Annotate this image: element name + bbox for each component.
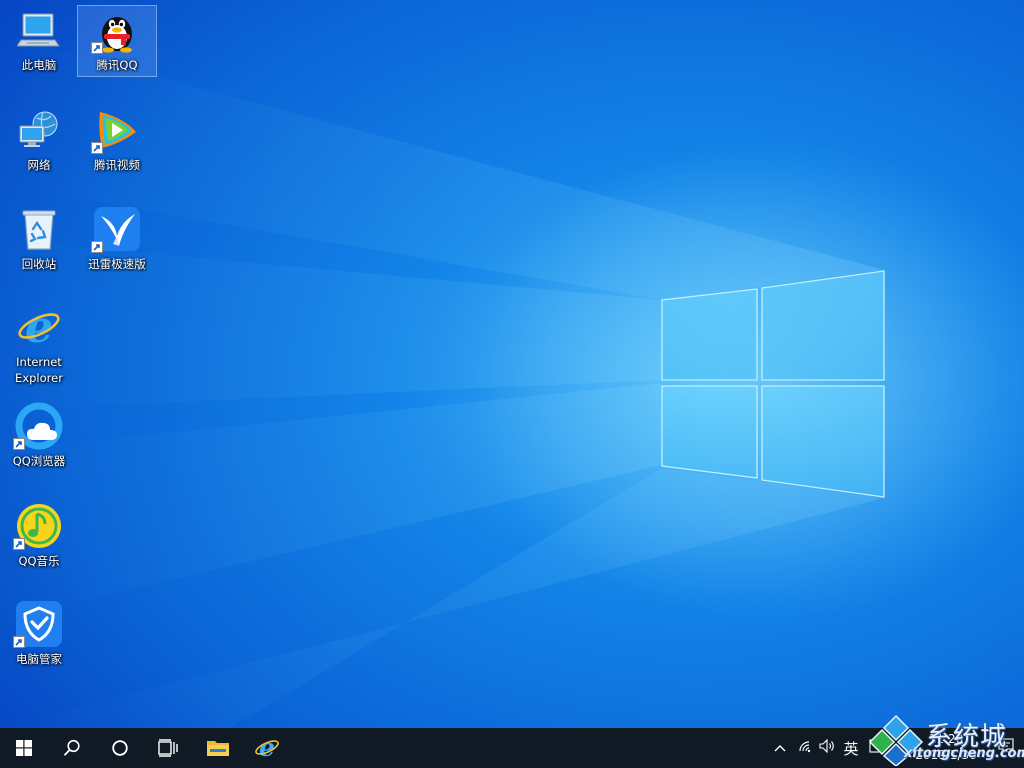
watermark-url: xitongcheng.com: [904, 746, 1024, 761]
recycle-bin-icon: [14, 205, 64, 253]
desktop-icon-label: 网络: [27, 158, 51, 172]
shortcut-arrow-icon: [13, 438, 25, 450]
network-tray-button[interactable]: [794, 728, 816, 768]
task-view-icon: [158, 739, 178, 757]
desktop-icon-network[interactable]: 网络: [0, 106, 78, 176]
shortcut-arrow-icon: [91, 142, 103, 154]
shortcut-arrow-icon: [91, 241, 103, 253]
internet-explorer-icon: e: [254, 735, 280, 761]
svg-text:e: e: [25, 304, 53, 350]
search-button[interactable]: [48, 728, 96, 768]
desktop-icon-label: QQ浏览器: [12, 454, 66, 468]
volume-tray-button[interactable]: [816, 728, 838, 768]
desktop-icon-label: 迅雷极速版: [88, 257, 146, 271]
pc-manager-icon: [13, 600, 64, 648]
search-icon: [63, 739, 81, 757]
windows-start-icon: [16, 740, 32, 756]
internet-explorer-icon: e: [14, 303, 64, 351]
tencent-video-icon: [91, 106, 142, 154]
internet-explorer-taskbar-button[interactable]: e: [243, 728, 291, 768]
shortcut-arrow-icon: [13, 538, 25, 550]
desktop-icon-label: 此电脑: [21, 58, 57, 72]
desktop-icon-tencent-video[interactable]: 腾讯视频: [78, 106, 156, 176]
desktop-icon-recycle-bin[interactable]: 回收站: [0, 205, 78, 275]
this-pc-icon: [14, 6, 64, 54]
start-button[interactable]: [0, 728, 48, 768]
shortcut-arrow-icon: [91, 42, 103, 54]
desktop-icon-internet-explorer[interactable]: e Internet Explorer: [0, 303, 78, 391]
qq-music-icon: [13, 502, 64, 550]
speaker-icon: [819, 738, 835, 757]
qq-penguin-icon: [91, 6, 142, 54]
ime-language-button[interactable]: 英: [840, 728, 862, 768]
desktop-icon-pc-manager[interactable]: 电脑管家: [0, 600, 78, 670]
desktop-icon-label: 回收站: [21, 257, 57, 271]
desktop-icon-label: Internet Explorer: [15, 355, 63, 385]
cortana-button[interactable]: [96, 728, 144, 768]
qq-browser-icon: [13, 402, 64, 450]
task-view-button[interactable]: [144, 728, 192, 768]
file-explorer-icon: [206, 738, 230, 758]
wifi-icon: [797, 739, 813, 757]
xunlei-icon: [91, 205, 142, 253]
site-watermark: 系统城 xitongcheng.com: [868, 712, 1024, 768]
desktop-icon-label: 电脑管家: [16, 652, 62, 666]
shortcut-arrow-icon: [13, 636, 25, 648]
desktop-icon-label: 腾讯视频: [94, 158, 140, 172]
svg-text:e: e: [259, 735, 275, 761]
desktop-icon-qq-browser[interactable]: QQ浏览器: [0, 402, 78, 472]
show-hidden-icons-button[interactable]: [768, 728, 792, 768]
desktop-icon-qq-music[interactable]: QQ音乐: [0, 502, 78, 572]
cortana-icon: [111, 739, 129, 757]
file-explorer-button[interactable]: [194, 728, 242, 768]
desktop-icon-this-pc[interactable]: 此电脑: [0, 6, 78, 76]
desktop-icon-tencent-qq[interactable]: 腾讯QQ: [77, 5, 157, 77]
desktop-icon-label: 腾讯QQ: [96, 58, 138, 72]
chevron-up-icon: [774, 740, 786, 756]
desktop-icon-xunlei[interactable]: 迅雷极速版: [78, 205, 156, 275]
desktop-icon-label: QQ音乐: [18, 554, 60, 568]
network-icon: [14, 106, 64, 154]
